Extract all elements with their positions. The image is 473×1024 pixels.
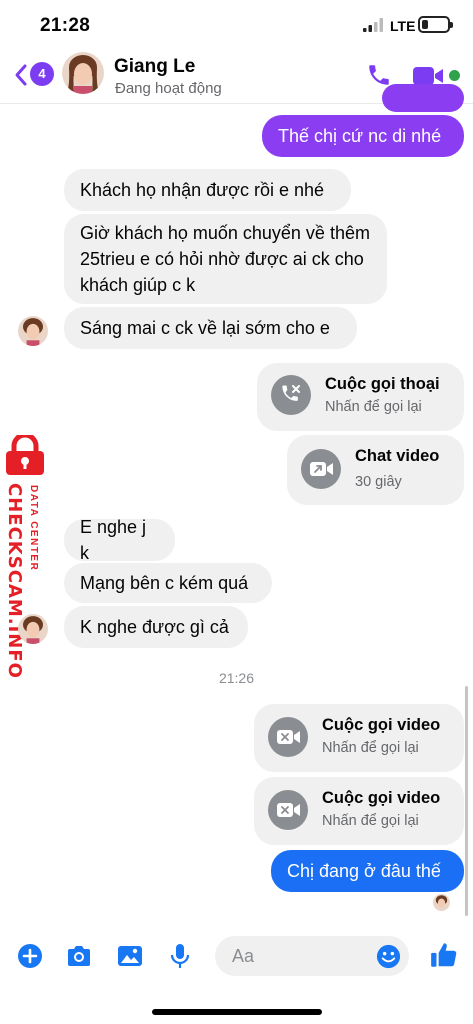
call-card-video-chat[interactable]: Chat video 30 giây <box>287 435 464 505</box>
contact-name: Giang Le <box>114 56 196 77</box>
plus-icon[interactable] <box>16 942 44 970</box>
contact-avatar[interactable] <box>62 52 104 94</box>
message-text: Mạng bên c kém quá <box>80 573 249 593</box>
message-text: K nghe được gì cả <box>80 617 229 637</box>
like-icon[interactable] <box>429 940 459 970</box>
call-card-video[interactable]: Cuộc gọi video Nhấn để gọi lại <box>254 704 464 772</box>
message-incoming[interactable]: Khách họ nhận được rồi e nhé <box>64 169 351 211</box>
microphone-icon[interactable] <box>166 942 194 970</box>
call-title: Chat video <box>355 447 440 465</box>
chevron-left-icon <box>15 64 27 86</box>
message-outgoing[interactable]: Chị đang ở đâu thế <box>271 850 464 892</box>
call-title: Cuộc gọi thoại <box>325 375 440 393</box>
status-time: 21:28 <box>40 15 91 36</box>
back-button[interactable]: 4 <box>14 62 54 88</box>
camera-icon[interactable] <box>65 942 93 970</box>
message-outgoing-partial[interactable] <box>382 84 464 112</box>
call-card-voice[interactable]: Cuộc gọi thoại Nhấn để gọi lại <box>257 363 464 431</box>
message-composer: Aa <box>0 928 473 988</box>
message-text: Chị đang ở đâu thế <box>287 861 441 881</box>
seen-avatar <box>433 894 450 911</box>
watermark-brand: CHECKSCAM.INFO <box>4 483 25 679</box>
unread-badge: 4 <box>30 62 54 86</box>
missed-video-call-icon <box>268 790 308 830</box>
message-incoming[interactable]: Sáng mai c ck về lại sớm cho e <box>64 307 357 349</box>
contact-avatar-small[interactable] <box>18 316 48 346</box>
battery-icon <box>418 16 453 33</box>
call-title: Cuộc gọi video <box>322 789 441 807</box>
image-icon[interactable] <box>116 942 144 970</box>
call-subtitle: Nhấn để gọi lại <box>325 399 422 415</box>
home-indicator <box>152 1009 322 1015</box>
watermark-tagline: DATA CENTER <box>28 485 39 572</box>
call-subtitle: Nhấn để gọi lại <box>322 740 419 756</box>
message-text: Thế chị cứ nc di nhé <box>278 126 442 146</box>
message-text: E nghe j k <box>80 517 147 563</box>
call-subtitle: Nhấn để gọi lại <box>322 813 419 829</box>
message-incoming[interactable]: Giờ khách họ muốn chuyển về thêm 25trieu… <box>64 214 387 304</box>
online-indicator <box>449 70 460 81</box>
lock-logo-icon <box>6 435 44 475</box>
message-incoming[interactable]: E nghe j k <box>64 517 175 563</box>
video-chat-icon <box>301 449 341 489</box>
message-incoming[interactable]: Mạng bên c kém quá <box>64 563 272 603</box>
emoji-icon[interactable] <box>375 943 402 970</box>
message-outgoing[interactable]: Thế chị cứ nc di nhé <box>262 115 464 157</box>
message-incoming[interactable]: K nghe được gì cả <box>64 606 248 648</box>
message-text: Giờ khách họ muốn chuyển về thêm 25trieu… <box>80 223 370 295</box>
message-text: Khách họ nhận được rồi e nhé <box>80 180 325 200</box>
missed-video-call-icon <box>268 717 308 757</box>
contact-status: Đang hoạt động <box>115 80 222 97</box>
contact-avatar-small[interactable] <box>18 614 48 644</box>
signal-icon <box>363 18 383 32</box>
call-subtitle: 30 giây <box>355 474 402 490</box>
message-input-placeholder: Aa <box>232 946 255 966</box>
call-title: Cuộc gọi video <box>322 716 441 734</box>
message-timestamp: 21:26 <box>218 670 255 686</box>
message-text: Sáng mai c ck về lại sớm cho e <box>80 318 330 338</box>
phone-icon[interactable] <box>366 62 392 88</box>
network-label: LTE <box>390 18 416 34</box>
missed-call-icon <box>271 375 311 415</box>
scrollbar[interactable] <box>465 686 468 916</box>
message-input[interactable]: Aa <box>215 936 409 976</box>
call-card-video[interactable]: Cuộc gọi video Nhấn để gọi lại <box>254 777 464 845</box>
status-bar: 21:28 LTE <box>0 0 473 50</box>
